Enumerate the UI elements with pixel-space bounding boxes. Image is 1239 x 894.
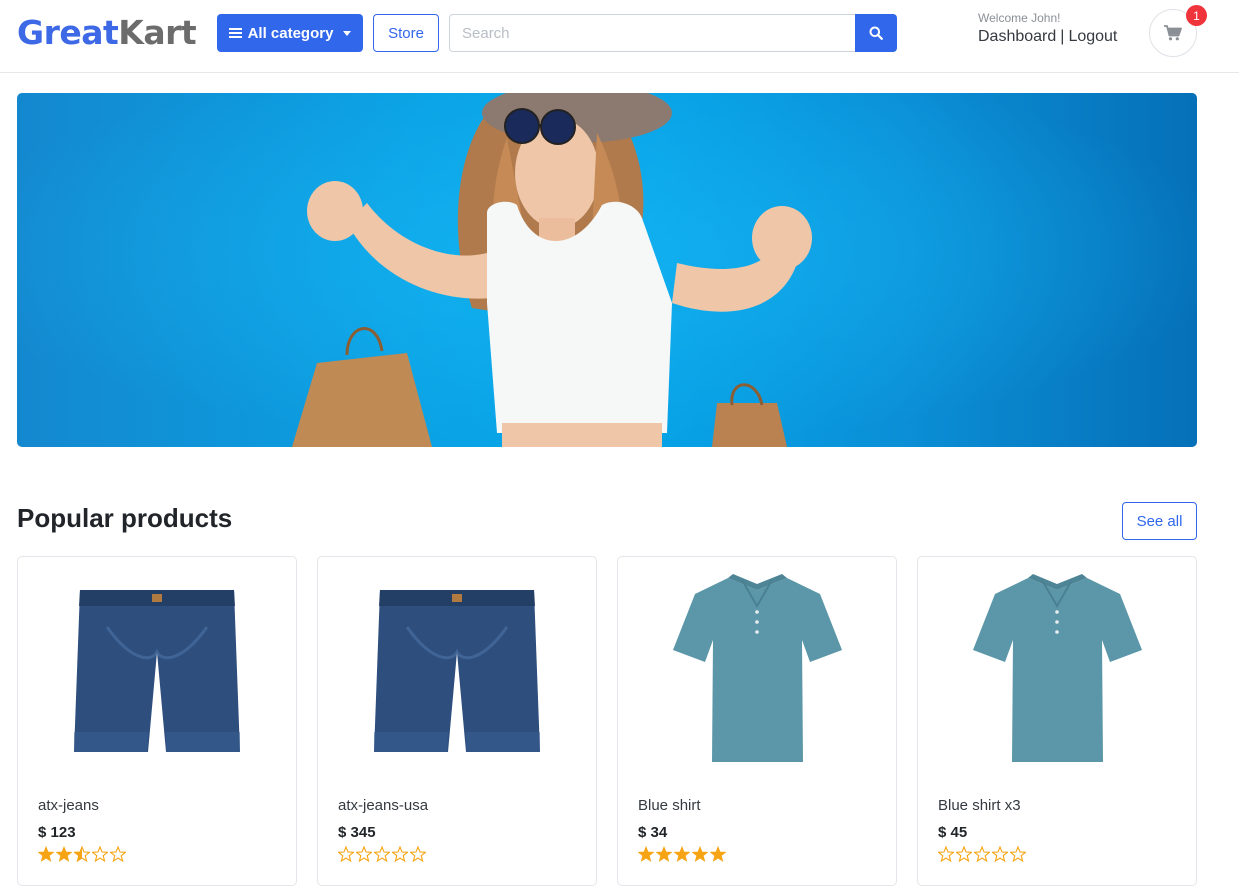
star-full-icon	[692, 846, 708, 862]
product-rating	[638, 846, 726, 862]
product-rating	[938, 846, 1026, 862]
brand-logo[interactable]: GreatKart	[17, 12, 197, 54]
menu-bars-icon	[228, 28, 242, 38]
hero-banner[interactable]	[17, 93, 1197, 447]
search-icon	[869, 26, 883, 40]
product-name[interactable]: atx-jeans-usa	[338, 797, 428, 814]
product-rating	[38, 846, 126, 862]
product-image[interactable]	[918, 557, 1196, 777]
star-empty-icon	[1010, 846, 1026, 862]
product-rating	[338, 846, 426, 862]
star-empty-icon	[338, 846, 354, 862]
star-full-icon	[638, 846, 654, 862]
star-empty-icon	[992, 846, 1008, 862]
product-price: $ 123	[38, 824, 76, 841]
product-card[interactable]: Blue shirt $ 34	[617, 556, 897, 886]
star-empty-icon	[974, 846, 990, 862]
polo-shirt-image	[672, 573, 842, 762]
search-button[interactable]	[855, 14, 897, 52]
shopping-cart-icon	[1164, 25, 1182, 41]
link-separator: |	[1060, 28, 1065, 45]
all-category-button[interactable]: All category	[217, 14, 363, 52]
dashboard-link[interactable]: Dashboard	[978, 28, 1056, 46]
star-full-icon	[56, 846, 72, 862]
product-price: $ 45	[938, 824, 968, 841]
star-empty-icon	[374, 846, 390, 862]
logo-part-kart: Kart	[118, 13, 197, 52]
product-name[interactable]: Blue shirt	[638, 797, 701, 814]
product-card[interactable]: Blue shirt x3 $ 45	[917, 556, 1197, 886]
star-empty-icon	[956, 846, 972, 862]
star-empty-icon	[410, 846, 426, 862]
caret-down-icon	[343, 30, 352, 36]
jeans-shorts-image	[74, 590, 240, 752]
logout-link[interactable]: Logout	[1068, 28, 1117, 46]
product-name[interactable]: atx-jeans	[38, 797, 99, 814]
star-empty-icon	[392, 846, 408, 862]
product-image[interactable]	[318, 557, 596, 777]
product-image[interactable]	[618, 557, 896, 777]
star-full-icon	[656, 846, 672, 862]
banner-model-image	[17, 93, 1197, 447]
polo-shirt-image	[972, 573, 1142, 762]
star-empty-icon	[356, 846, 372, 862]
product-name[interactable]: Blue shirt x3	[938, 797, 1021, 814]
star-empty-icon	[938, 846, 954, 862]
product-price: $ 34	[638, 824, 668, 841]
star-empty-icon	[92, 846, 108, 862]
welcome-text: Welcome John!	[978, 11, 1061, 25]
site-header: GreatKart All category Store Welcome Joh…	[0, 0, 1239, 73]
product-price: $ 345	[338, 824, 376, 841]
section-title: Popular products	[17, 503, 233, 533]
all-category-label: All category	[247, 24, 334, 42]
see-all-button[interactable]: See all	[1122, 502, 1197, 540]
star-full-icon	[38, 846, 54, 862]
star-full-icon	[710, 846, 726, 862]
cart-count-badge: 1	[1186, 5, 1207, 26]
star-empty-icon	[110, 846, 126, 862]
jeans-shorts-image	[374, 590, 540, 752]
product-card[interactable]: atx-jeans $ 123	[17, 556, 297, 886]
product-image[interactable]	[18, 557, 296, 777]
user-links: Dashboard | Logout	[978, 28, 1117, 46]
logo-part-great: Great	[17, 13, 119, 52]
search-input[interactable]	[449, 14, 856, 52]
star-full-icon	[674, 846, 690, 862]
store-button[interactable]: Store	[373, 14, 439, 52]
product-card[interactable]: atx-jeans-usa $ 345	[317, 556, 597, 886]
star-half-icon	[74, 846, 90, 862]
